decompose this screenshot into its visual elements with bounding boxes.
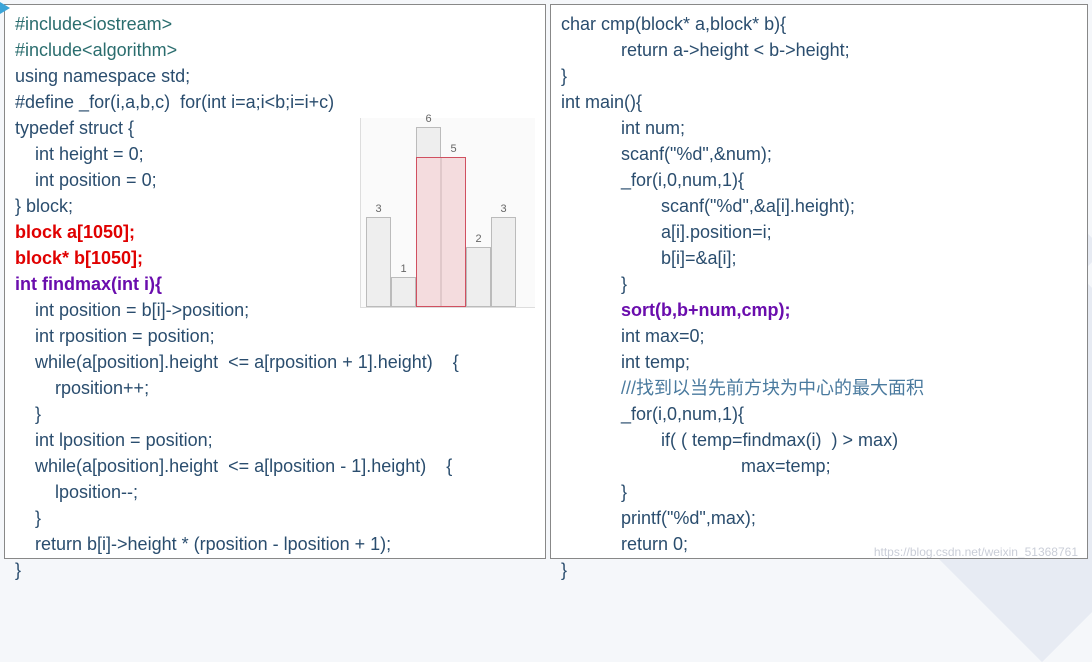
- code-line: }: [561, 63, 1077, 89]
- bar-label: 3: [491, 203, 516, 215]
- code-line: ///找到以当先前方块为中心的最大面积: [561, 375, 1077, 401]
- chart-bar: [466, 247, 491, 307]
- code-line: }: [561, 557, 1077, 583]
- code-line: sort(b,b+num,cmp);: [561, 297, 1077, 323]
- chart-bar: [366, 217, 391, 307]
- code-line: printf("%d",max);: [561, 505, 1077, 531]
- code-line: max=temp;: [561, 453, 1077, 479]
- left-code-panel: #include<iostream> #include<algorithm> u…: [4, 4, 546, 559]
- code-container: #include<iostream> #include<algorithm> u…: [0, 0, 1092, 563]
- code-line: _for(i,0,num,1){: [561, 167, 1077, 193]
- code-line: int rposition = position;: [15, 323, 535, 349]
- code-line: int num;: [561, 115, 1077, 141]
- bar-label: 3: [366, 203, 391, 215]
- chart-bar: [391, 277, 416, 307]
- code-line: if( ( temp=findmax(i) ) > max): [561, 427, 1077, 453]
- code-line: #include<algorithm>: [15, 37, 535, 63]
- code-line: a[i].position=i;: [561, 219, 1077, 245]
- code-line: int temp;: [561, 349, 1077, 375]
- watermark-text: https://blog.csdn.net/weixin_51368761: [874, 545, 1078, 559]
- code-line: int max=0;: [561, 323, 1077, 349]
- bar-label: 5: [441, 143, 466, 155]
- code-line: int lposition = position;: [15, 427, 535, 453]
- bar-label: 2: [466, 233, 491, 245]
- code-line: }: [15, 505, 535, 531]
- chart-highlight-region: [416, 157, 466, 307]
- bar-label: 6: [416, 113, 441, 125]
- code-line: return b[i]->height * (rposition - lposi…: [15, 531, 535, 557]
- code-line: #include<iostream>: [15, 11, 535, 37]
- code-line: b[i]=&a[i];: [561, 245, 1077, 271]
- right-code-panel: char cmp(block* a,block* b){ return a->h…: [550, 4, 1088, 559]
- code-line: scanf("%d",&a[i].height);: [561, 193, 1077, 219]
- chart-bar: [491, 217, 516, 307]
- histogram-chart: 3 1 6 5 2 3: [360, 118, 535, 308]
- code-line: while(a[position].height <= a[rposition …: [15, 349, 535, 375]
- line-indicator-icon: [0, 2, 10, 14]
- code-line: }: [561, 479, 1077, 505]
- code-line: }: [561, 271, 1077, 297]
- code-line: char cmp(block* a,block* b){: [561, 11, 1077, 37]
- code-line: scanf("%d",&num);: [561, 141, 1077, 167]
- code-line: return a->height < b->height;: [561, 37, 1077, 63]
- code-line: while(a[position].height <= a[lposition …: [15, 453, 535, 479]
- code-line: _for(i,0,num,1){: [561, 401, 1077, 427]
- code-line: #define _for(i,a,b,c) for(int i=a;i<b;i=…: [15, 89, 535, 115]
- bar-label: 1: [391, 263, 416, 275]
- code-line: using namespace std;: [15, 63, 535, 89]
- code-line: }: [15, 557, 535, 583]
- code-line: int main(){: [561, 89, 1077, 115]
- code-line: lposition--;: [15, 479, 535, 505]
- code-line: rposition++;: [15, 375, 535, 401]
- code-line: }: [15, 401, 535, 427]
